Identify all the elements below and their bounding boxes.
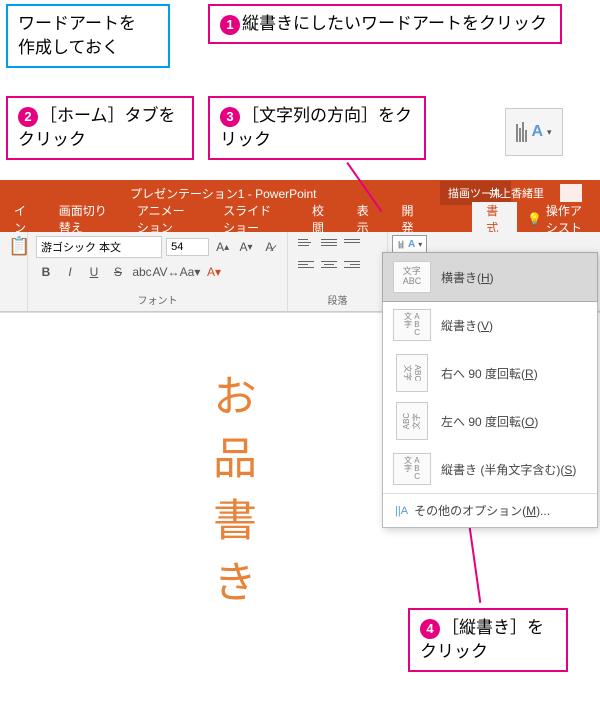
menu-vertical-halfwidth[interactable]: 文 A字 B C 縦書き (半角文字含む)(S): [383, 445, 597, 493]
text-direction-enlarged-icon: A ▾: [505, 108, 563, 156]
tab-transitions[interactable]: 画面切り替え: [45, 202, 123, 236]
callout-step3: 3［文字列の方向］をクリック: [208, 96, 426, 160]
bulb-icon: 💡: [527, 212, 542, 226]
dropdown-arrow-icon: ▾: [547, 127, 552, 138]
tab-review[interactable]: 校閲: [298, 202, 343, 236]
step2-number: 2: [18, 107, 38, 127]
vertical-icon: 文 A 字 B C: [393, 309, 431, 341]
callout-prep: ワードアートを 作成しておく: [6, 4, 170, 68]
tab-slideshow[interactable]: スライド ショー: [209, 202, 298, 236]
callout-step4: 4［縦書き］をクリック: [408, 608, 568, 672]
step3-text: ［文字列の方向］をクリック: [220, 106, 412, 149]
paragraph-group: 段落: [288, 232, 388, 311]
vertical-half-icon: 文 A字 B C: [393, 453, 431, 485]
tab-animations[interactable]: アニメーション: [123, 202, 209, 236]
wordart-text[interactable]: お品書き: [198, 373, 262, 621]
align-left-button[interactable]: [296, 258, 316, 276]
font-group: 游ゴシック 本文 54 A▴ A▾ A̷ B I U S abc AV↔ Aa▾…: [28, 232, 288, 311]
text-dir-a-icon: A: [408, 239, 415, 250]
shadow-button[interactable]: abc: [132, 262, 152, 282]
strike-button[interactable]: S: [108, 262, 128, 282]
menu-rotate-left[interactable]: ABC文字 左へ 90 度回転(O): [383, 397, 597, 445]
paste-icon[interactable]: 📋: [8, 236, 19, 257]
bold-button[interactable]: B: [36, 262, 56, 282]
ribbon-tabs: イン 画面切り替え アニメーション スライド ショー 校閲 表示 開発 書式 💡…: [0, 206, 600, 232]
char-spacing-button[interactable]: AV↔: [156, 262, 176, 282]
step3-number: 3: [220, 107, 240, 127]
clear-format-icon[interactable]: A̷: [260, 237, 279, 257]
user-name: 井上香緒里: [489, 185, 544, 201]
menu-rotate-right[interactable]: ABC文字 右へ 90 度回転(R): [383, 349, 597, 397]
clipboard-group: 📋: [0, 232, 28, 311]
indent-button[interactable]: [342, 236, 362, 254]
font-group-label: フォント: [36, 292, 279, 307]
window-title: プレゼンテーション1 - PowerPoint: [130, 185, 316, 202]
step2-text: ［ホーム］タブをクリック: [18, 106, 176, 149]
font-name-select[interactable]: 游ゴシック 本文: [36, 236, 162, 258]
align-center-button[interactable]: [319, 258, 339, 276]
font-size-select[interactable]: 54: [166, 238, 209, 256]
icon-letter-a: A: [531, 123, 543, 141]
share-icon[interactable]: [560, 184, 582, 202]
tab-design-partial[interactable]: イン: [0, 202, 45, 236]
menu-vertical[interactable]: 文 A 字 B C 縦書き(V): [383, 301, 597, 349]
callout-step1: 1縦書きにしたいワードアートをクリック: [208, 4, 562, 44]
menu-more-options[interactable]: ||A その他のオプション(M)...: [383, 494, 597, 527]
italic-button[interactable]: I: [60, 262, 80, 282]
text-direction-menu: 文字 ABC 横書き(H) 文 A 字 B C 縦書き(V) ABC文字 右へ …: [382, 252, 598, 528]
paragraph-group-label: 段落: [296, 292, 379, 307]
callout-step2: 2［ホーム］タブをクリック: [6, 96, 194, 160]
tab-format[interactable]: 書式: [472, 202, 517, 236]
step1-number: 1: [220, 15, 240, 35]
increase-font-icon[interactable]: A▴: [213, 237, 232, 257]
rotate-left-icon: ABC文字: [396, 402, 428, 440]
font-color-button[interactable]: A▾: [204, 262, 224, 282]
rotate-right-icon: ABC文字: [396, 354, 428, 392]
step1-text: 縦書きにしたいワードアートをクリック: [242, 14, 547, 33]
bullets-button[interactable]: [296, 236, 316, 254]
align-right-button[interactable]: [342, 258, 362, 276]
menu-horizontal[interactable]: 文字 ABC 横書き(H): [382, 252, 598, 302]
decrease-font-icon[interactable]: A▾: [236, 237, 255, 257]
numbering-button[interactable]: [319, 236, 339, 254]
tell-me[interactable]: 💡操作アシスト: [517, 202, 600, 236]
tab-developer[interactable]: 開発: [387, 202, 432, 236]
chevron-down-icon: ▾: [418, 240, 422, 249]
horizontal-icon: 文字 ABC: [393, 261, 431, 293]
tab-view[interactable]: 表示: [343, 202, 388, 236]
more-options-icon: ||A: [395, 505, 408, 517]
step4-number: 4: [420, 619, 440, 639]
change-case-button[interactable]: Aa▾: [180, 262, 200, 282]
underline-button[interactable]: U: [84, 262, 104, 282]
